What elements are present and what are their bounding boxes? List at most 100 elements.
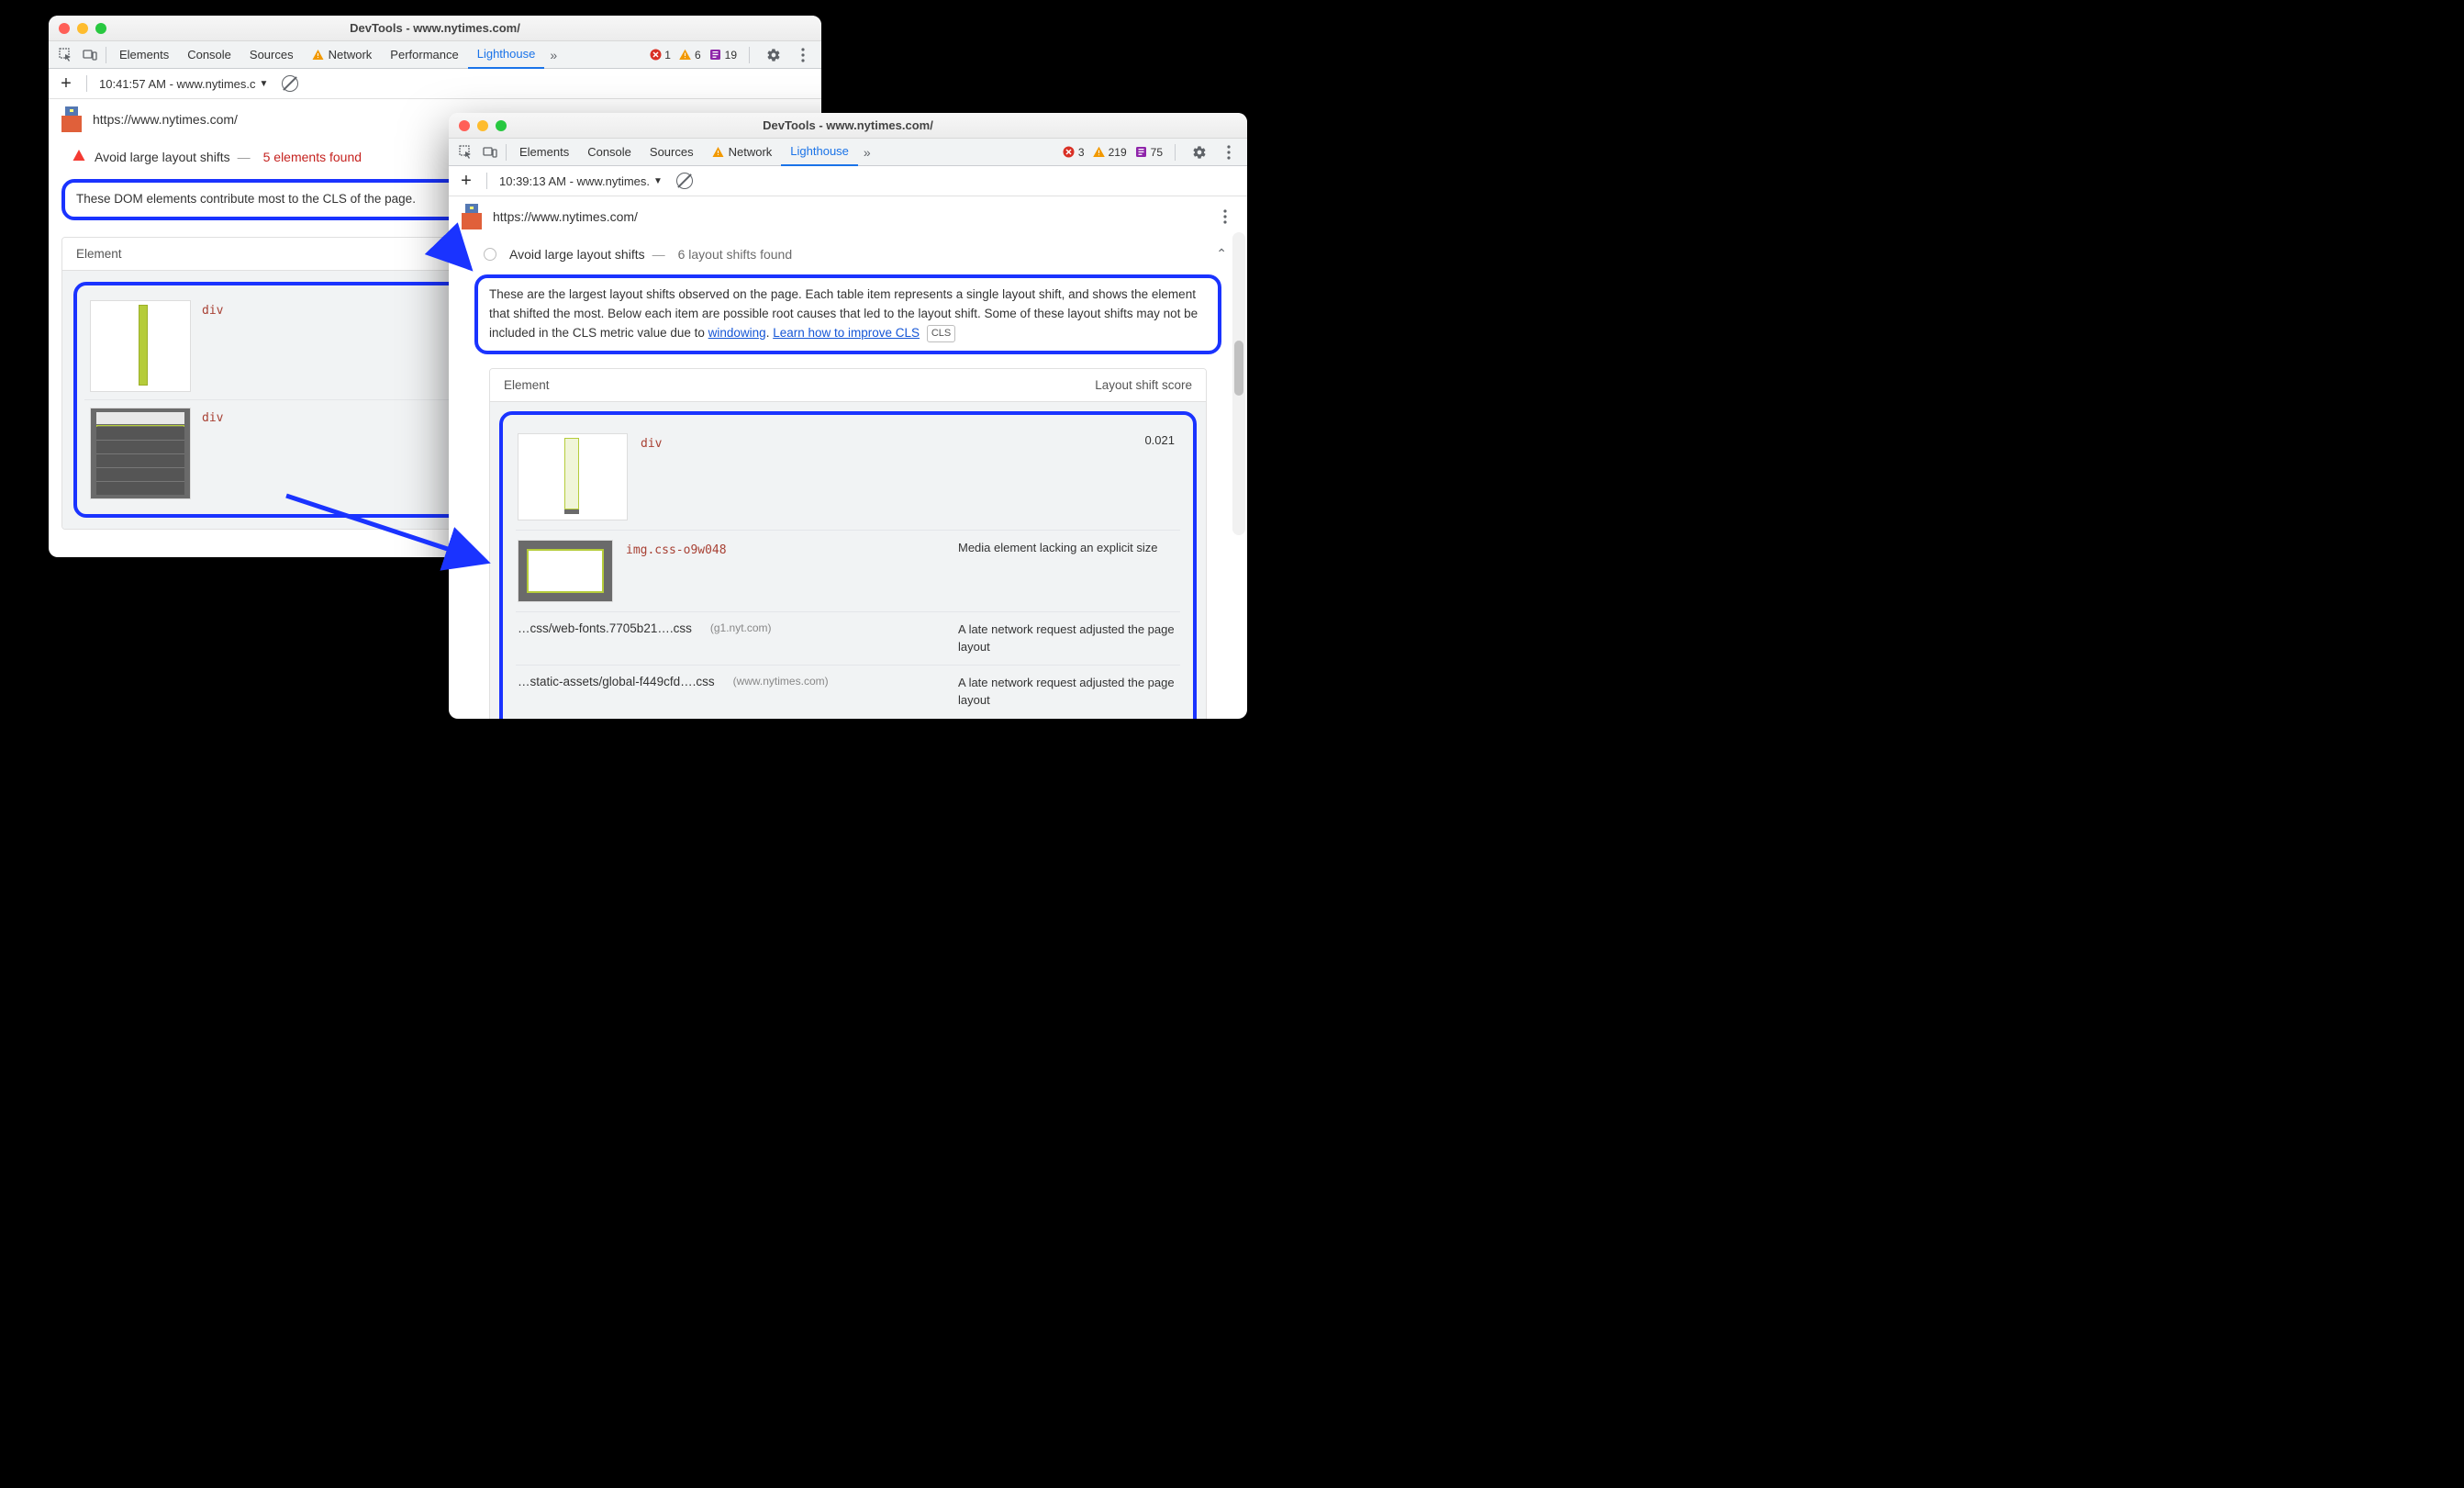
audit-title: Avoid large layout shifts (509, 247, 645, 262)
scrollbar[interactable] (1232, 232, 1245, 535)
root-cause: A late network request adjusted the page… (958, 675, 1178, 710)
table-row[interactable]: div 0.021 (516, 424, 1180, 530)
report-dropdown[interactable]: 10:39:13 AM - www.nytimes. ▼ (499, 174, 663, 188)
devtools-window-right: DevTools - www.nytimes.com/ Elements Con… (449, 113, 1247, 719)
warning-triangle-icon (712, 146, 724, 158)
chevron-down-icon: ▼ (260, 79, 269, 89)
titlebar: DevTools - www.nytimes.com/ (449, 113, 1247, 139)
traffic-lights (59, 23, 106, 34)
layout-shifts-highlight: div 0.021 img.css-o9w048 Media element l… (499, 411, 1197, 719)
close-icon[interactable] (459, 120, 470, 131)
warnings-badge[interactable]: 6 (679, 49, 701, 62)
settings-icon[interactable] (1187, 140, 1211, 164)
more-menu-icon[interactable] (1220, 140, 1238, 164)
audit-title: Avoid large layout shifts (95, 150, 230, 164)
error-icon (1063, 146, 1076, 159)
error-icon (649, 49, 662, 62)
tab-lighthouse[interactable]: Lighthouse (468, 41, 545, 69)
report-dropdown[interactable]: 10:41:57 AM - www.nytimes.c ▼ (99, 77, 268, 91)
lighthouse-icon (462, 204, 482, 229)
device-mode-icon[interactable] (478, 140, 502, 164)
tab-console[interactable]: Console (178, 41, 240, 69)
lighthouse-toolbar: + 10:39:13 AM - www.nytimes. ▼ (449, 166, 1247, 196)
tab-elements[interactable]: Elements (110, 41, 178, 69)
warnings-badge[interactable]: 219 (1093, 146, 1127, 159)
minimize-icon[interactable] (77, 23, 88, 34)
clear-icon[interactable] (676, 173, 693, 189)
device-mode-icon[interactable] (78, 43, 102, 67)
layout-shifts-table: Element Layout shift score div 0.021 (489, 368, 1207, 719)
audit-row-cls[interactable]: Avoid large layout shifts — 6 layout shi… (462, 237, 1234, 267)
resource-domain: (g1.nyt.com) (710, 621, 772, 634)
clear-icon[interactable] (282, 75, 298, 92)
resource-path: …css/web-fonts.7705b21….css (518, 621, 692, 635)
element-thumbnail (90, 408, 191, 499)
tab-network[interactable]: Network (303, 41, 382, 69)
audit-description: These are the largest layout shifts obse… (474, 274, 1221, 354)
tab-sources[interactable]: Sources (641, 139, 703, 166)
issues-badge[interactable]: 75 (1135, 146, 1163, 159)
warning-icon (1093, 146, 1106, 159)
link-windowing[interactable]: windowing (708, 326, 766, 340)
layout-shift-score: 0.021 (1144, 433, 1178, 447)
info-circle-icon (484, 248, 496, 261)
traffic-lights (459, 120, 507, 131)
audit-found-count: 5 elements found (263, 150, 362, 164)
issues-badge[interactable]: 19 (709, 49, 737, 62)
maximize-icon[interactable] (95, 23, 106, 34)
panel-tabs: Elements Console Sources Network Lightho… (449, 139, 1247, 166)
root-cause: A late network request adjusted the page… (958, 621, 1178, 656)
maximize-icon[interactable] (496, 120, 507, 131)
errors-badge[interactable]: 3 (1063, 146, 1085, 159)
tab-console[interactable]: Console (578, 139, 641, 166)
tab-elements[interactable]: Elements (510, 139, 578, 166)
panel-tabs: Elements Console Sources Network Perform… (49, 41, 821, 69)
more-tabs-icon[interactable]: » (858, 145, 876, 160)
window-title: DevTools - www.nytimes.com/ (49, 21, 821, 35)
element-tag: div (202, 304, 223, 392)
issues-icon (709, 49, 722, 62)
close-icon[interactable] (59, 23, 70, 34)
resource-domain: (www.nytimes.com) (733, 675, 829, 688)
element-thumbnail (518, 540, 613, 602)
tab-sources[interactable]: Sources (240, 41, 303, 69)
warning-icon (679, 49, 692, 62)
window-title: DevTools - www.nytimes.com/ (449, 118, 1247, 132)
minimize-icon[interactable] (477, 120, 488, 131)
tab-lighthouse[interactable]: Lighthouse (781, 139, 858, 166)
inspect-element-icon[interactable] (54, 43, 78, 67)
lighthouse-icon (61, 106, 82, 132)
resource-path: …static-assets/global-f449cfd….css (518, 675, 715, 688)
element-tag: div (641, 437, 662, 451)
errors-badge[interactable]: 1 (649, 49, 671, 62)
table-header: Element Layout shift score (490, 369, 1206, 402)
element-thumbnail (90, 300, 191, 392)
tab-network[interactable]: Network (703, 139, 782, 166)
report-url: https://www.nytimes.com/ (493, 209, 638, 224)
report-url: https://www.nytimes.com/ (93, 112, 238, 127)
chevron-down-icon: ▼ (653, 176, 663, 186)
table-row[interactable]: …css/web-fonts.7705b21….css (g1.nyt.com)… (516, 611, 1180, 666)
lighthouse-toolbar: + 10:41:57 AM - www.nytimes.c ▼ (49, 69, 821, 99)
report-menu-icon[interactable] (1216, 205, 1234, 229)
inspect-element-icon[interactable] (454, 140, 478, 164)
table-row[interactable]: …static-assets/global-f449cfd….css (www.… (516, 665, 1180, 719)
link-learn-cls[interactable]: Learn how to improve CLS (773, 326, 920, 340)
titlebar: DevTools - www.nytimes.com/ (49, 16, 821, 41)
warning-triangle-icon (312, 49, 324, 61)
settings-icon[interactable] (762, 43, 786, 67)
element-tag: img.css-o9w048 (626, 543, 727, 557)
issues-icon (1135, 146, 1148, 159)
element-thumbnail (518, 433, 628, 520)
tab-performance[interactable]: Performance (381, 41, 467, 69)
element-tag: div (202, 411, 223, 499)
chevron-up-icon[interactable]: ⌃ (1216, 246, 1227, 262)
more-menu-icon[interactable] (794, 43, 812, 67)
report-url-row: https://www.nytimes.com/ (449, 196, 1247, 237)
table-row[interactable]: img.css-o9w048 Media element lacking an … (516, 530, 1180, 611)
cls-badge: CLS (927, 325, 955, 342)
more-tabs-icon[interactable]: » (544, 48, 563, 62)
new-report-button[interactable]: + (458, 171, 474, 192)
audit-found-count: 6 layout shifts found (678, 247, 793, 262)
new-report-button[interactable]: + (58, 73, 74, 95)
